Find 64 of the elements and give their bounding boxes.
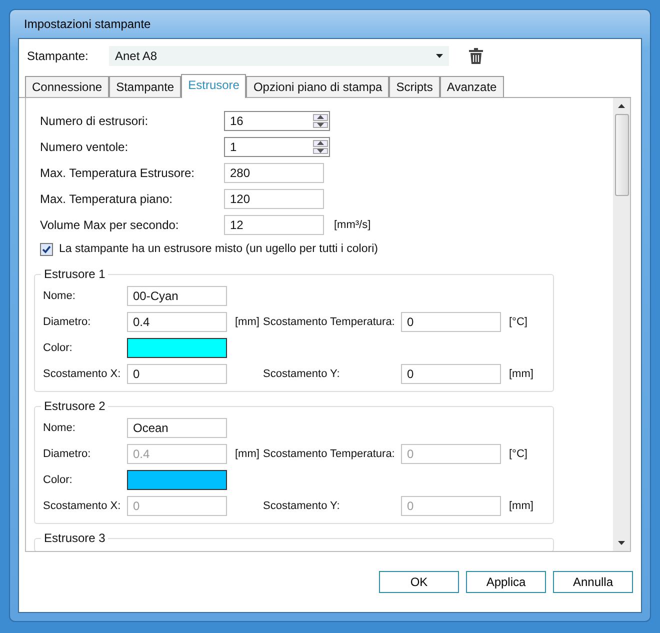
field-label: Volume Max per secondo: (40, 218, 180, 232)
input-field[interactable]: 280 (224, 163, 324, 183)
input-field[interactable]: 0.4 (127, 312, 227, 332)
tab[interactable]: Stampante (109, 76, 182, 97)
field-label: Scostamento Temperatura: (263, 316, 396, 328)
spin-down-button[interactable] (313, 148, 328, 154)
unit-label: [°C] (508, 316, 528, 328)
unit-label: [mm³/s] (334, 219, 371, 231)
input-field[interactable]: 120 (224, 189, 324, 209)
field-label: Scostamento Y: (263, 368, 341, 380)
field-label: Nome: (43, 422, 76, 434)
color-swatch[interactable] (127, 338, 227, 358)
group-title: Estrusore 2 (41, 399, 108, 413)
dialog-button[interactable]: Annulla (553, 571, 633, 593)
field-label: Diametro: (43, 448, 92, 460)
field-label: Scostamento X: (43, 368, 122, 380)
field-label: Nome: (43, 290, 76, 302)
input-field[interactable]: 0 (127, 364, 227, 384)
scrollbar-thumb[interactable] (614, 114, 628, 196)
unit-label: [mm] (234, 316, 260, 328)
window-title: Impostazioni stampante (24, 17, 151, 31)
unit-label: [mm] (508, 368, 533, 380)
group-title: Estrusore 1 (41, 267, 108, 281)
spin-up-button[interactable] (313, 140, 328, 146)
field-label: Max. Temperatura piano: (40, 192, 174, 206)
field-label: Scostamento Y: (263, 500, 341, 512)
tab[interactable]: Scripts (389, 76, 440, 97)
unit-label: [mm] (234, 448, 260, 460)
scrollbar[interactable] (613, 98, 630, 551)
spin-down-button[interactable] (313, 122, 328, 128)
dialog-button[interactable]: OK (379, 571, 459, 593)
caret-icon (436, 54, 443, 58)
input-field[interactable]: 12 (224, 215, 324, 235)
tab[interactable]: Estrusore (181, 74, 246, 98)
unit-label: [°C] (508, 448, 528, 460)
input-field[interactable]: 00-Cyan (127, 286, 227, 306)
spinner-field[interactable]: 16 (224, 111, 330, 131)
field-label: Color: (43, 342, 74, 354)
field-label: Numero di estrusori: (40, 114, 150, 128)
scroll-up-icon[interactable] (618, 104, 625, 108)
spin-up-button[interactable] (313, 114, 328, 120)
field-label: Scostamento X: (43, 500, 122, 512)
input-field[interactable]: 0 (401, 312, 501, 332)
field-label: Max. Temperatura Estrusore: (40, 166, 196, 180)
tab[interactable]: Avanzate (440, 76, 504, 97)
tab[interactable]: Opzioni piano di stampa (246, 76, 390, 97)
checkbox-label: La stampante ha un estrusore misto (un ugello per tutti i colori) (59, 243, 378, 255)
input-field[interactable]: Ocean (127, 418, 227, 438)
unit-label: [mm] (508, 500, 533, 512)
checkbox[interactable] (40, 242, 53, 256)
trash-icon[interactable] (469, 48, 483, 64)
field-label: Diametro: (43, 316, 92, 328)
printer-dropdown[interactable]: Anet A8 (109, 46, 449, 66)
printer-label: Stampante: (27, 49, 90, 63)
color-swatch[interactable] (127, 470, 227, 490)
spinner-field[interactable]: 1 (224, 137, 330, 157)
field-label: Numero ventole: (40, 140, 130, 154)
field-label: Scostamento Temperatura: (263, 448, 396, 460)
dialog-button[interactable]: Applica (466, 571, 546, 593)
input-field[interactable]: 0 (401, 364, 501, 384)
group-title: Estrusore 3 (41, 531, 108, 545)
tab[interactable]: Connessione (25, 76, 110, 97)
field-label: Color: (43, 474, 74, 486)
scroll-down-icon[interactable] (618, 541, 625, 545)
